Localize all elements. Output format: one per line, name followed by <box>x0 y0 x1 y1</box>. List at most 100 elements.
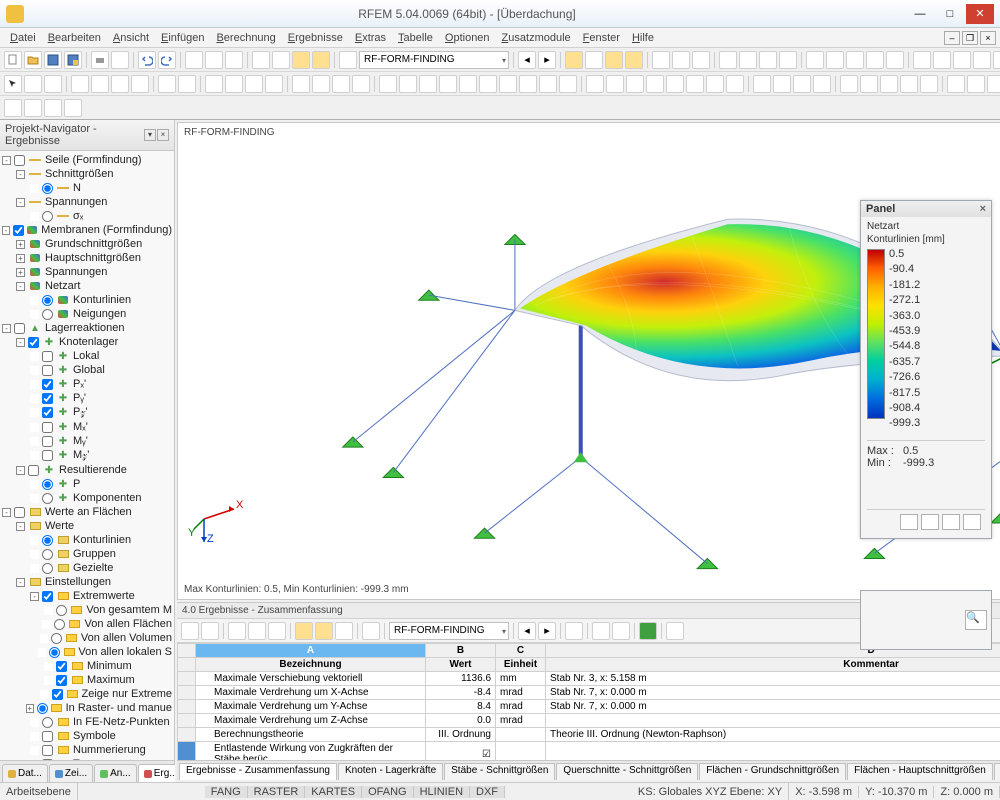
tb-j[interactable] <box>585 51 603 69</box>
close-button[interactable]: ✕ <box>966 4 994 24</box>
tree-item[interactable]: Nummerierung <box>2 743 172 757</box>
tb2-ah[interactable] <box>726 75 744 93</box>
tb2-ae[interactable] <box>666 75 684 93</box>
tree-item[interactable]: Gruppen <box>2 547 172 561</box>
menu-ergebnisse[interactable]: Ergebnisse <box>282 30 349 46</box>
menu-optionen[interactable]: Optionen <box>439 30 496 46</box>
tree-item[interactable]: -Membranen (Formfindung) <box>2 223 172 237</box>
tb-z[interactable] <box>933 51 951 69</box>
tb2-y[interactable] <box>539 75 557 93</box>
nav-pin-button[interactable]: ▾ <box>144 129 156 141</box>
tb-k[interactable] <box>605 51 623 69</box>
rt-b[interactable] <box>201 622 219 640</box>
tb2-n[interactable] <box>312 75 330 93</box>
tb2-z[interactable] <box>559 75 577 93</box>
tb2-u[interactable] <box>459 75 477 93</box>
zoom-fit-button[interactable]: 🔍 <box>965 610 987 630</box>
results-tab[interactable]: Flächen - Grundschnittgrößen <box>699 763 846 780</box>
rt-e[interactable] <box>268 622 286 640</box>
tb-p[interactable] <box>719 51 737 69</box>
maximize-button[interactable]: □ <box>936 4 964 24</box>
rt-next[interactable]: ▸ <box>538 622 556 640</box>
tb2-g[interactable] <box>158 75 176 93</box>
tb-x[interactable] <box>886 51 904 69</box>
tb2-al[interactable] <box>813 75 831 93</box>
save-button[interactable] <box>44 51 62 69</box>
snap-raster[interactable]: RASTER <box>248 786 306 798</box>
tb2-b[interactable] <box>44 75 62 93</box>
rt-c[interactable] <box>228 622 246 640</box>
tb2-e[interactable] <box>111 75 129 93</box>
tree-item[interactable]: -Netzart <box>2 279 172 293</box>
tb2-am[interactable] <box>840 75 858 93</box>
tree-item[interactable]: ✚Pₓ' <box>2 377 172 391</box>
panel-btn-3[interactable] <box>942 514 960 530</box>
rt-m[interactable] <box>666 622 684 640</box>
tb-e[interactable] <box>272 51 290 69</box>
tb-ab[interactable] <box>973 51 991 69</box>
results-tab[interactable]: Querschnitte - Schnittgrößen <box>556 763 698 780</box>
snap-dxf[interactable]: DXF <box>470 786 505 798</box>
nav-tab[interactable]: An... <box>94 764 137 782</box>
tb2-i[interactable] <box>205 75 223 93</box>
rt-k[interactable] <box>592 622 610 640</box>
tree-item[interactable]: Von gesamtem M <box>2 603 172 617</box>
legend-panel[interactable]: Panel × Netzart Konturlinien [mm] 0.5-90… <box>860 200 992 539</box>
tb3-b[interactable] <box>24 99 42 117</box>
tb2-at[interactable] <box>987 75 1000 93</box>
results-tab[interactable]: Flächen - Hauptschnittgrößen <box>847 763 993 780</box>
tb3-c[interactable] <box>44 99 62 117</box>
tree-item[interactable]: +In Raster- und manue <box>2 701 172 715</box>
tree-item[interactable]: Gezielte <box>2 561 172 575</box>
panel-btn-1[interactable] <box>900 514 918 530</box>
tree-item[interactable]: ✚Pᵧ' <box>2 391 172 405</box>
tree-item[interactable]: -Spannungen <box>2 195 172 209</box>
menu-datei[interactable]: Datei <box>4 30 42 46</box>
tb2-af[interactable] <box>686 75 704 93</box>
tb2-aa[interactable] <box>586 75 604 93</box>
tb2-ar[interactable] <box>947 75 965 93</box>
tb2-h[interactable] <box>178 75 196 93</box>
tb-r[interactable] <box>759 51 777 69</box>
tb-h[interactable] <box>339 51 357 69</box>
tb-q[interactable] <box>739 51 757 69</box>
rt-j[interactable] <box>565 622 583 640</box>
tree-item[interactable]: ✚P𝓏' <box>2 405 172 420</box>
tb2-a[interactable] <box>24 75 42 93</box>
tb-c[interactable] <box>225 51 243 69</box>
saveas-button[interactable] <box>64 51 82 69</box>
tb-g[interactable] <box>312 51 330 69</box>
select-button[interactable] <box>4 75 22 93</box>
new-button[interactable] <box>4 51 22 69</box>
tree-item[interactable]: -Werte an Flächen <box>2 505 172 519</box>
tb-i[interactable] <box>565 51 583 69</box>
rt-a[interactable] <box>181 622 199 640</box>
tb-v[interactable] <box>846 51 864 69</box>
tb-w[interactable] <box>866 51 884 69</box>
tb2-ad[interactable] <box>646 75 664 93</box>
tb-ac[interactable] <box>993 51 1000 69</box>
tree-item[interactable]: +Grundschnittgrößen <box>2 237 172 251</box>
tree-item[interactable]: +Hauptschnittgrößen <box>2 251 172 265</box>
results-loadcase-combo[interactable]: RF-FORM-FINDING <box>389 622 509 640</box>
snap-ofang[interactable]: OFANG <box>362 786 414 798</box>
rt-d[interactable] <box>248 622 266 640</box>
tree-item[interactable]: Von allen Volumen <box>2 631 172 645</box>
tree-item[interactable]: -Schnittgrößen <box>2 167 172 181</box>
tree-item[interactable]: +Spannungen <box>2 265 172 279</box>
prev-button[interactable]: ◂ <box>518 51 536 69</box>
tb2-ai[interactable] <box>753 75 771 93</box>
undo-button[interactable] <box>138 51 156 69</box>
tree-item[interactable]: -Seile (Formfindung) <box>2 153 172 167</box>
rt-i[interactable] <box>362 622 380 640</box>
rt-g[interactable] <box>315 622 333 640</box>
tree-item[interactable]: Symbole <box>2 729 172 743</box>
tb-aa[interactable] <box>953 51 971 69</box>
tb2-ap[interactable] <box>900 75 918 93</box>
menu-berechnung[interactable]: Berechnung <box>210 30 281 46</box>
tb2-v[interactable] <box>479 75 497 93</box>
results-tab[interactable]: Stäbe - Schnittgrößen <box>444 763 555 780</box>
results-grid[interactable]: ABCDBezeichnungWertEinheitKommentarMaxim… <box>177 643 1000 760</box>
tb2-q[interactable] <box>379 75 397 93</box>
tree-item[interactable]: Von allen Flächen <box>2 617 172 631</box>
